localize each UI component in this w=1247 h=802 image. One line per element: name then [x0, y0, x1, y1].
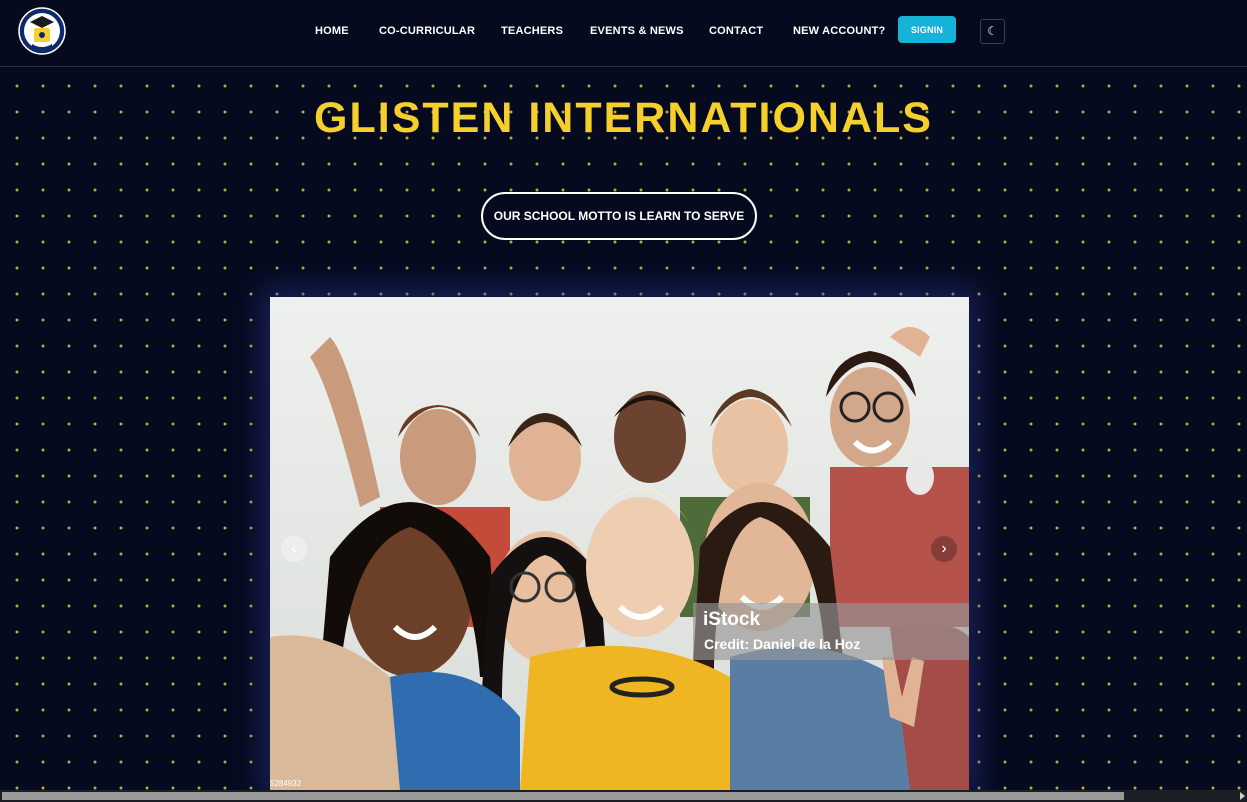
school-crest-logo[interactable] [18, 4, 66, 58]
carousel-photo-students [270, 297, 969, 790]
nav-co-curricular[interactable]: CO-CURRICULAR [379, 25, 475, 37]
watermark-brand: iStock [703, 609, 761, 630]
page-title: GLISTEN INTERNATIONALS [314, 94, 933, 142]
theme-toggle-button[interactable]: ☾ [980, 19, 1005, 44]
image-id-text: 5284932 [270, 779, 302, 788]
nav-contact[interactable]: CONTACT [709, 25, 763, 37]
nav-home[interactable]: HOME [315, 25, 349, 37]
top-navbar: HOME CO-CURRICULAR TEACHERS EVENTS & NEW… [0, 0, 1247, 67]
chevron-right-icon: › [941, 540, 947, 557]
watermark-credit: Credit: Daniel de la Hoz [704, 636, 861, 652]
motto-button[interactable]: OUR SCHOOL MOTTO IS LEARN TO SERVE [481, 192, 757, 240]
chevron-left-icon: ‹ [291, 540, 297, 557]
hero-carousel [270, 297, 969, 790]
carousel-next-button[interactable]: › [931, 536, 957, 562]
nav-teachers[interactable]: TEACHERS [501, 25, 563, 37]
nav-new-account[interactable]: NEW ACCOUNT? [793, 25, 885, 37]
moon-icon: ☾ [987, 24, 998, 38]
horizontal-scrollbar[interactable] [0, 790, 1247, 802]
signin-button[interactable]: SIGNIN [898, 16, 956, 43]
carousel-prev-button[interactable]: ‹ [281, 536, 307, 562]
nav-events-news[interactable]: EVENTS & NEWS [590, 25, 684, 37]
scroll-right-arrow-icon[interactable] [1240, 792, 1245, 800]
stock-watermark: iStock Credit: Daniel de la Hoz [693, 603, 969, 660]
scrollbar-thumb[interactable] [2, 792, 1124, 800]
